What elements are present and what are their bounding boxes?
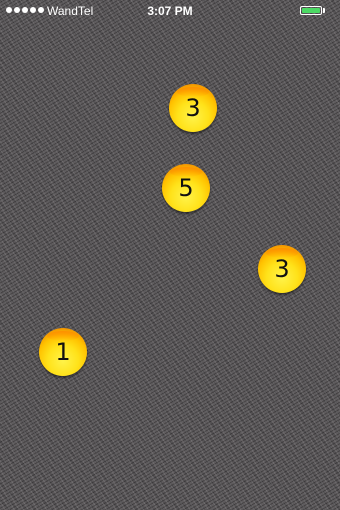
number-coin[interactable]: 5 (162, 164, 210, 212)
coin-number: 3 (274, 255, 290, 283)
coin-number: 5 (178, 174, 194, 202)
number-coin[interactable]: 3 (258, 245, 306, 293)
number-coin[interactable]: 3 (169, 84, 217, 132)
battery-icon (300, 6, 322, 15)
number-coin[interactable]: 1 (39, 328, 87, 376)
battery-tip (323, 8, 325, 13)
coin-number: 3 (185, 94, 201, 122)
coin-number: 1 (55, 338, 71, 366)
status-bar: WandTel 3:07 PM (0, 0, 340, 22)
status-time: 3:07 PM (147, 4, 193, 18)
